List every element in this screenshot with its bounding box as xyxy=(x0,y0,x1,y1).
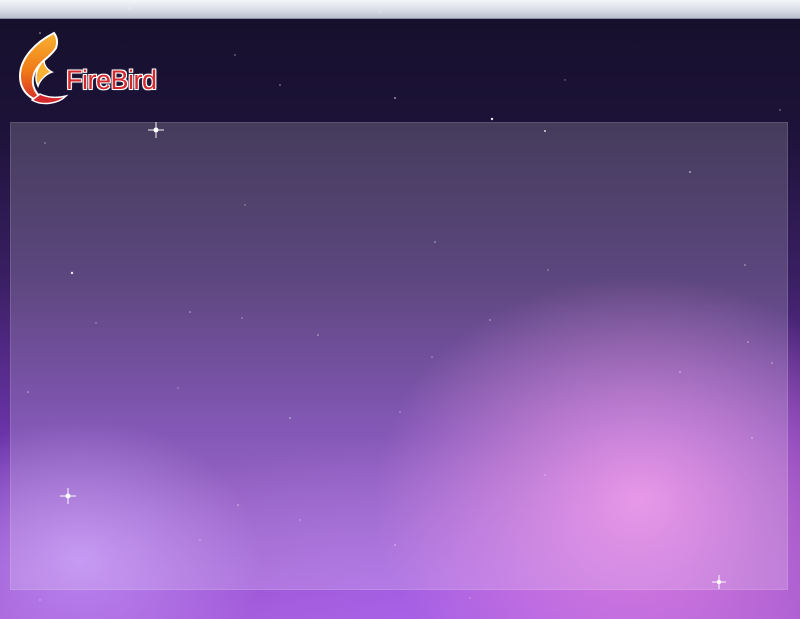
logo-text: FireBird xyxy=(66,65,157,95)
firebird-logo: FireBird xyxy=(14,30,174,110)
content-panel xyxy=(10,122,788,590)
firebird-flame-icon xyxy=(18,31,69,105)
top-title-strip xyxy=(0,0,800,19)
